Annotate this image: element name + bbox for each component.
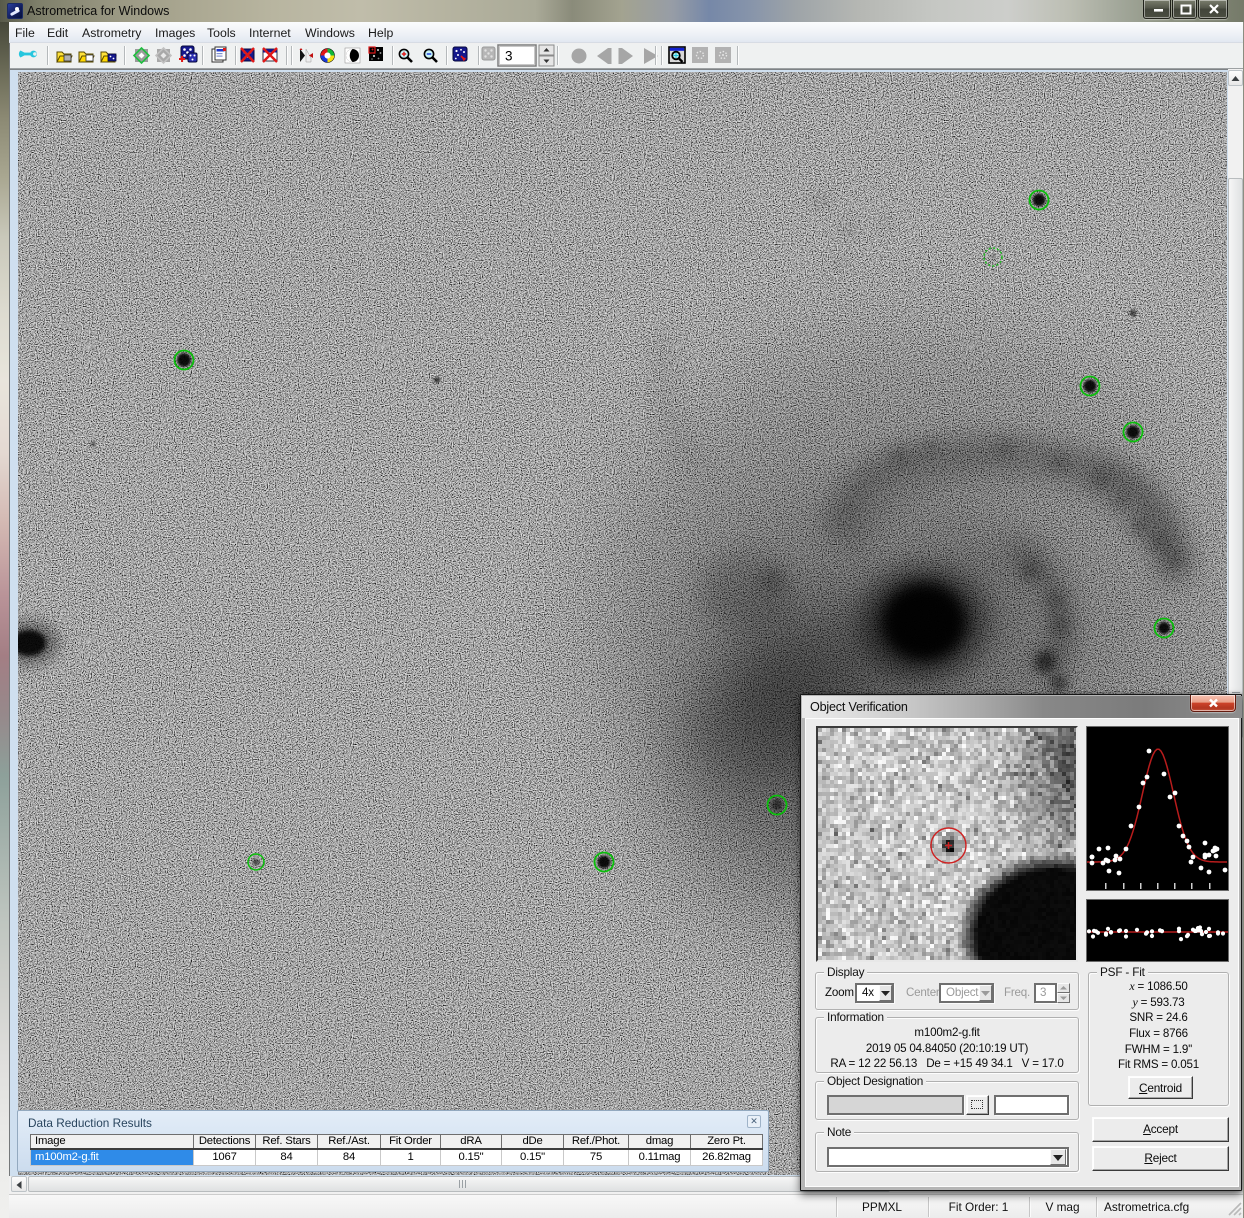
svg-text:3: 3 [505, 49, 513, 64]
